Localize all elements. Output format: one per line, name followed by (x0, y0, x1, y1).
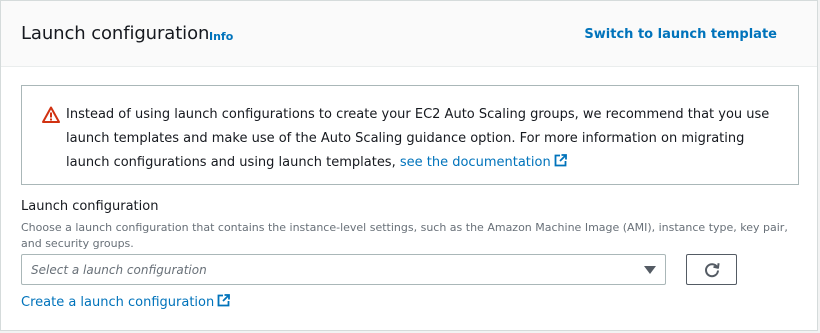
refresh-icon[interactable] (703, 261, 721, 279)
warning-icon (42, 106, 60, 124)
info-link[interactable]: Info (209, 30, 233, 43)
switch-to-launch-template-link[interactable]: Switch to launch template (584, 27, 777, 42)
select-placeholder[interactable]: Select a launch configuration (31, 263, 207, 277)
create-launch-configuration-label[interactable]: Create a launch configuration (21, 295, 214, 310)
warning-alert: Instead of using launch configurations t… (21, 85, 799, 185)
panel-header: Launch configuration Info Switch to laun… (1, 1, 817, 67)
create-launch-configuration-link[interactable]: Create a launch configuration (21, 294, 231, 310)
caret-down-icon[interactable] (644, 266, 656, 274)
launch-configuration-field-label: Launch configuration (21, 199, 159, 214)
launch-configuration-field-description: Choose a launch configuration that conta… (21, 221, 788, 250)
launch-configuration-panel: Launch configuration Info Switch to laun… (0, 0, 818, 331)
external-link-icon[interactable] (217, 294, 231, 307)
see-documentation-link[interactable]: see the documentation (400, 152, 567, 170)
launch-configuration-select[interactable]: Select a launch configuration (21, 254, 666, 285)
external-link-icon[interactable] (554, 152, 567, 167)
alert-message: Instead of using launch configurations t… (66, 103, 782, 175)
refresh-button[interactable] (686, 254, 737, 285)
panel-title: Launch configuration (21, 23, 210, 44)
see-documentation-link-label[interactable]: see the documentation (400, 155, 551, 170)
